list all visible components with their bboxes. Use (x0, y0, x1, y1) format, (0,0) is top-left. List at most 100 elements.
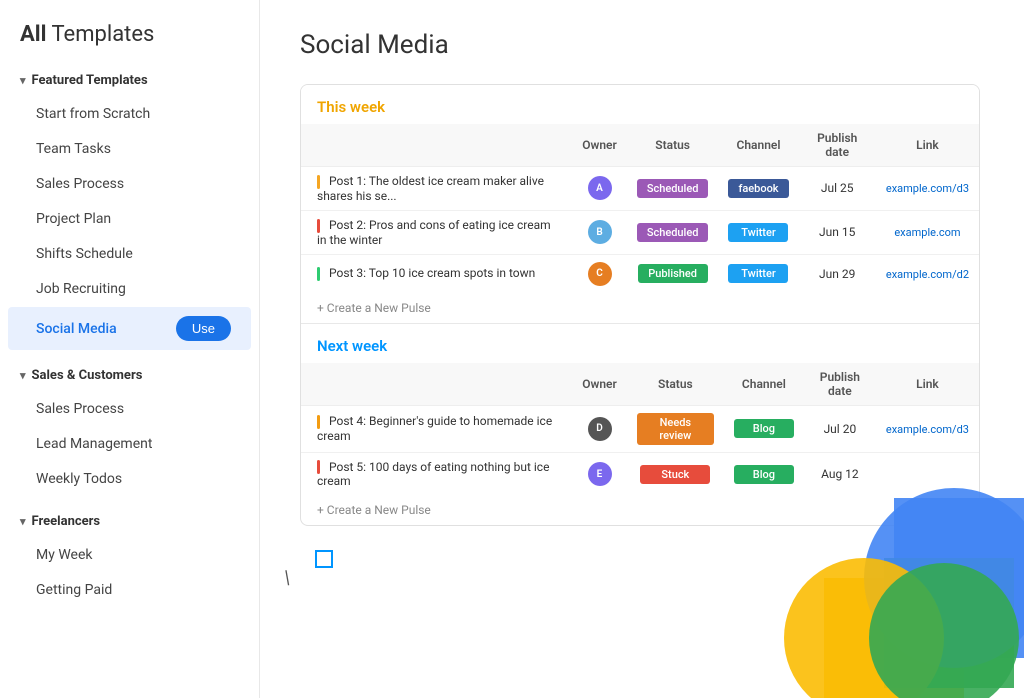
sidebar-item-label: Project Plan (36, 211, 111, 227)
this-week-header: This week (301, 85, 979, 124)
link-text[interactable]: example.com/d2 (886, 268, 969, 281)
sidebar-item-label: Sales Process (36, 176, 124, 192)
channel-cell: Twitter (718, 254, 798, 293)
status-badge: Published (638, 264, 708, 283)
status-cell: Scheduled (627, 167, 719, 211)
link-cell (876, 452, 979, 495)
sidebar-item-weekly-todos[interactable]: Weekly Todos (8, 462, 251, 496)
section-featured-label: Featured Templates (32, 73, 148, 88)
table-header-row: Owner Status Channel Publish date Link (301, 363, 979, 406)
row-bar (317, 415, 320, 429)
owner-cell: C (572, 254, 627, 293)
channel-badge: faebook (728, 179, 788, 198)
row-bar (317, 267, 320, 281)
col-post (301, 363, 572, 406)
link-text[interactable]: example.com/d3 (886, 182, 969, 195)
status-cell: Stuck (627, 452, 724, 495)
loading-circle (315, 550, 333, 568)
sidebar-item-shifts-schedule[interactable]: Shifts Schedule (8, 237, 251, 271)
section-sales-customers[interactable]: ▾ Sales & Customers (0, 360, 259, 391)
table-row: Post 4: Beginner's guide to homemade ice… (301, 405, 979, 452)
use-button[interactable]: Use (176, 316, 231, 341)
status-badge: Needs review (637, 413, 714, 445)
channel-badge: Twitter (728, 223, 788, 242)
sidebar-item-label: Team Tasks (36, 141, 111, 157)
table-row: Post 2: Pros and cons of eating ice crea… (301, 210, 979, 254)
col-publish-date: Publish date (799, 124, 876, 167)
channel-badge: Blog (734, 419, 794, 438)
col-link: Link (876, 124, 979, 167)
status-cell: Scheduled (627, 210, 719, 254)
col-channel: Channel (724, 363, 804, 406)
status-badge: Scheduled (637, 223, 709, 242)
sidebar-item-lead-management[interactable]: Lead Management (8, 427, 251, 461)
sidebar-title-bold: All (20, 22, 46, 47)
sidebar-item-social-media[interactable]: Social Media Use (8, 307, 251, 350)
section-sales-label: Sales & Customers (32, 368, 143, 383)
sidebar-item-label: Sales Process (36, 401, 124, 417)
this-week-table: Owner Status Channel Publish date Link P… (301, 124, 979, 293)
row-bar (317, 219, 320, 233)
sidebar-item-my-week[interactable]: My Week (8, 538, 251, 572)
owner-cell: A (572, 167, 627, 211)
next-week-title: Next week (317, 337, 387, 355)
main-content: Social Media This week Owner Status Chan… (260, 0, 1024, 698)
publish-date-cell: Aug 12 (804, 452, 876, 495)
col-status: Status (627, 124, 719, 167)
create-pulse-this-week[interactable]: + Create a New Pulse (301, 293, 979, 323)
sidebar-item-project-plan[interactable]: Project Plan (8, 202, 251, 236)
chevron-icon: ▾ (20, 515, 26, 528)
owner-cell: D (572, 405, 627, 452)
avatar: C (588, 262, 612, 286)
create-pulse-next-week[interactable]: + Create a New Pulse (301, 495, 979, 525)
avatar: E (588, 462, 612, 486)
avatar: A (588, 176, 612, 200)
publish-date-cell: Jul 25 (799, 167, 876, 211)
table-row: Post 1: The oldest ice cream maker alive… (301, 167, 979, 211)
sidebar-item-sales-process-2[interactable]: Sales Process (8, 392, 251, 426)
link-cell: example.com/d3 (876, 167, 979, 211)
sidebar-item-label: Getting Paid (36, 582, 112, 598)
section-freelancers[interactable]: ▾ Freelancers (0, 506, 259, 537)
sidebar-item-job-recruiting[interactable]: Job Recruiting (8, 272, 251, 306)
sidebar-item-label: Shifts Schedule (36, 246, 133, 262)
sidebar-item-sales-process[interactable]: Sales Process (8, 167, 251, 201)
this-week-section: This week Owner Status Channel Publish d… (301, 85, 979, 323)
publish-date-cell: Jun 29 (799, 254, 876, 293)
status-cell: Published (627, 254, 719, 293)
sidebar-item-label: Weekly Todos (36, 471, 122, 487)
table-header-row: Owner Status Channel Publish date Link (301, 124, 979, 167)
table-row: Post 3: Top 10 ice cream spots in town C… (301, 254, 979, 293)
channel-badge: Blog (734, 465, 794, 484)
sidebar-item-label: Start from Scratch (36, 106, 150, 122)
sidebar-item-getting-paid[interactable]: Getting Paid (8, 573, 251, 607)
sidebar-item-team-tasks[interactable]: Team Tasks (8, 132, 251, 166)
sidebar-item-label: My Week (36, 547, 92, 563)
sidebar-item-start-from-scratch[interactable]: Start from Scratch (8, 97, 251, 131)
link-text[interactable]: example.com/d3 (886, 423, 969, 436)
col-link: Link (876, 363, 979, 406)
post-text: Post 3: Top 10 ice cream spots in town (301, 254, 572, 293)
circle-green (884, 558, 1014, 688)
chevron-icon: ▾ (20, 369, 26, 382)
owner-cell: E (572, 452, 627, 495)
loading-indicator (315, 550, 333, 568)
col-channel: Channel (718, 124, 798, 167)
section-freelancers-label: Freelancers (32, 514, 101, 529)
avatar: B (588, 220, 612, 244)
link-cell: example.com/d2 (876, 254, 979, 293)
sidebar-title: All Templates (0, 10, 259, 65)
status-badge: Stuck (640, 465, 710, 484)
cursor-icon: | (283, 567, 291, 588)
post-text: Post 5: 100 days of eating nothing but i… (301, 452, 572, 495)
post-text: Post 4: Beginner's guide to homemade ice… (301, 405, 572, 452)
row-bar (317, 175, 320, 189)
col-publish-date: Publish date (804, 363, 876, 406)
sidebar-item-label: Job Recruiting (36, 281, 126, 297)
link-text[interactable]: example.com (894, 226, 960, 239)
link-cell: example.com (876, 210, 979, 254)
sidebar-item-label: Lead Management (36, 436, 152, 452)
section-featured-templates[interactable]: ▾ Featured Templates (0, 65, 259, 96)
circle-yellow (824, 578, 964, 698)
col-status: Status (627, 363, 724, 406)
